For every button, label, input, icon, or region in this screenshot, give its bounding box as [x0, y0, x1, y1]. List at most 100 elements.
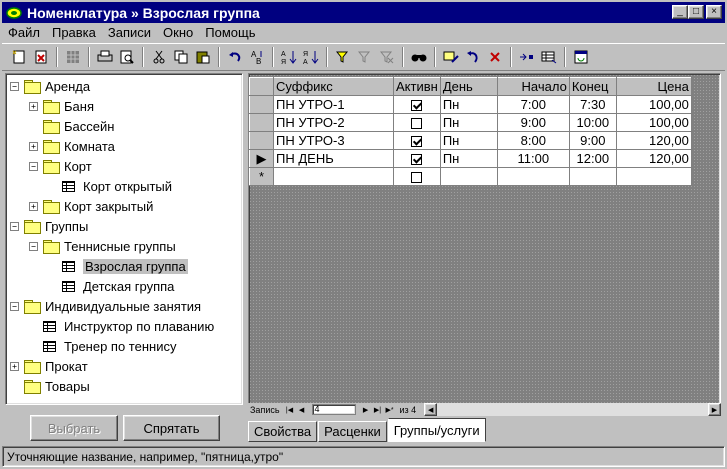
replace-icon[interactable]: AB — [246, 46, 268, 68]
row-selector[interactable]: ▶ — [249, 149, 274, 168]
tree-item[interactable]: + Комната — [29, 136, 115, 156]
cut-icon[interactable] — [148, 46, 170, 68]
cell-suffix[interactable]: ПН УТРО-1 — [273, 95, 394, 114]
maximize-button[interactable]: □ — [688, 5, 704, 19]
cell-active[interactable] — [393, 113, 441, 132]
scroll-left-icon[interactable]: ◀ — [424, 403, 438, 416]
close-button[interactable]: × — [706, 5, 722, 19]
expand-icon[interactable]: + — [29, 101, 38, 111]
app-icon[interactable] — [5, 5, 23, 21]
collapse-icon[interactable]: − — [10, 301, 19, 311]
tree-item[interactable]: Товары — [24, 376, 90, 396]
tree-item[interactable]: − Теннисные группы — [29, 236, 176, 256]
delete-record-icon[interactable] — [30, 46, 52, 68]
row-selector[interactable] — [249, 131, 274, 150]
expand-icon[interactable]: + — [10, 361, 19, 371]
menu-window[interactable]: Окно — [157, 25, 199, 40]
cell-active[interactable] — [393, 95, 441, 114]
new-record-icon[interactable] — [8, 46, 30, 68]
grid-corner[interactable] — [249, 77, 274, 96]
cancel-icon[interactable] — [484, 46, 506, 68]
cell-end[interactable]: 9:00 — [568, 131, 617, 150]
cell-start[interactable]: 8:00 — [496, 131, 570, 150]
cell-start[interactable]: 9:00 — [496, 113, 570, 132]
active-checkbox[interactable] — [411, 172, 423, 184]
menu-edit[interactable]: Правка — [46, 25, 102, 40]
active-checkbox[interactable] — [411, 136, 423, 148]
sort-ascending-icon[interactable]: AЯ — [278, 46, 300, 68]
table-row[interactable]: ▶ ПН ДЕНЬ Пн 11:00 12:00 120,00 — [249, 149, 692, 168]
tree-item[interactable]: − Индивидуальные занятия — [10, 296, 201, 316]
undo-icon[interactable] — [224, 46, 246, 68]
cell-start[interactable]: 7:00 — [496, 95, 570, 114]
cell-day[interactable]: Пн — [439, 149, 498, 168]
cell-price[interactable] — [615, 167, 692, 186]
print-preview-icon[interactable] — [116, 46, 138, 68]
tab-rates[interactable]: Расценки — [318, 421, 387, 442]
tree-item[interactable]: Детская группа — [62, 276, 174, 296]
tree-item[interactable]: Взрослая группа — [62, 256, 188, 276]
cell-active[interactable] — [393, 149, 441, 168]
cell-active[interactable] — [393, 167, 441, 186]
refresh-icon[interactable] — [462, 46, 484, 68]
column-header-day[interactable]: День — [439, 77, 498, 96]
select-button[interactable]: Выбрать — [30, 415, 118, 441]
tree-item[interactable]: Тренер по теннису — [43, 336, 176, 356]
collapse-icon[interactable]: − — [29, 241, 38, 251]
column-header-suffix[interactable]: Суффикс — [273, 77, 394, 96]
active-checkbox[interactable] — [411, 118, 423, 130]
menu-help[interactable]: Помощь — [199, 25, 261, 40]
cell-suffix[interactable]: ПН УТРО-3 — [273, 131, 394, 150]
expand-icon[interactable]: + — [29, 141, 38, 151]
tree-item[interactable]: Корт открытый — [62, 176, 172, 196]
record-number-input[interactable]: 4 — [311, 404, 356, 415]
filter-apply-icon[interactable] — [354, 46, 376, 68]
row-selector[interactable] — [249, 95, 274, 114]
collapse-icon[interactable]: − — [29, 161, 38, 171]
tree-item[interactable]: + Прокат — [10, 356, 88, 376]
cell-suffix[interactable]: ПН УТРО-2 — [273, 113, 394, 132]
first-record-icon[interactable]: |◀ — [284, 404, 296, 416]
cell-price[interactable]: 100,00 — [615, 113, 692, 132]
new-record-nav-icon[interactable]: ▶* — [384, 404, 396, 416]
column-header-active[interactable]: Активн — [393, 77, 441, 96]
column-header-price[interactable]: Цена — [615, 77, 692, 96]
hide-button[interactable]: Спрятать — [123, 415, 220, 441]
minimize-button[interactable]: _ — [672, 5, 688, 19]
cell-suffix[interactable] — [273, 167, 394, 186]
paste-icon[interactable] — [192, 46, 214, 68]
expand-icon[interactable]: + — [29, 201, 38, 211]
prev-record-icon[interactable]: ◀ — [296, 404, 308, 416]
active-checkbox[interactable] — [411, 100, 423, 112]
cell-start[interactable]: 11:00 — [496, 149, 570, 168]
scroll-right-icon[interactable]: ▶ — [708, 403, 721, 416]
sort-descending-icon[interactable]: ЯA — [300, 46, 322, 68]
active-checkbox[interactable] — [411, 154, 423, 166]
new-row[interactable]: * — [249, 167, 692, 186]
tree-item[interactable]: + Корт закрытый — [29, 196, 153, 216]
column-header-start[interactable]: Начало — [496, 77, 570, 96]
cell-day[interactable]: Пн — [439, 95, 498, 114]
grid-icon[interactable] — [62, 46, 84, 68]
cell-end[interactable] — [568, 167, 617, 186]
collapse-icon[interactable]: − — [10, 221, 19, 231]
scroll-track[interactable] — [437, 403, 708, 416]
tree-item[interactable]: − Корт — [29, 156, 92, 176]
cell-day[interactable]: Пн — [439, 131, 498, 150]
cell-start[interactable] — [496, 167, 570, 186]
next-record-icon[interactable]: ▶ — [360, 404, 372, 416]
cell-end[interactable]: 7:30 — [568, 95, 617, 114]
horizontal-scrollbar[interactable]: ◀ ▶ — [424, 403, 721, 416]
copy-icon[interactable] — [170, 46, 192, 68]
tab-properties[interactable]: Свойства — [248, 421, 318, 442]
print-icon[interactable] — [94, 46, 116, 68]
cell-day[interactable] — [439, 167, 498, 186]
tab-groups-services[interactable]: Группы/услуги — [387, 418, 486, 442]
tree-item[interactable]: − Аренда — [10, 76, 90, 96]
table-view-icon[interactable] — [538, 46, 560, 68]
table-row[interactable]: ПН УТРО-2 Пн 9:00 10:00 100,00 — [249, 113, 692, 132]
menu-records[interactable]: Записи — [102, 25, 157, 40]
cell-price[interactable]: 120,00 — [615, 131, 692, 150]
edit-record-icon[interactable] — [440, 46, 462, 68]
cell-active[interactable] — [393, 131, 441, 150]
